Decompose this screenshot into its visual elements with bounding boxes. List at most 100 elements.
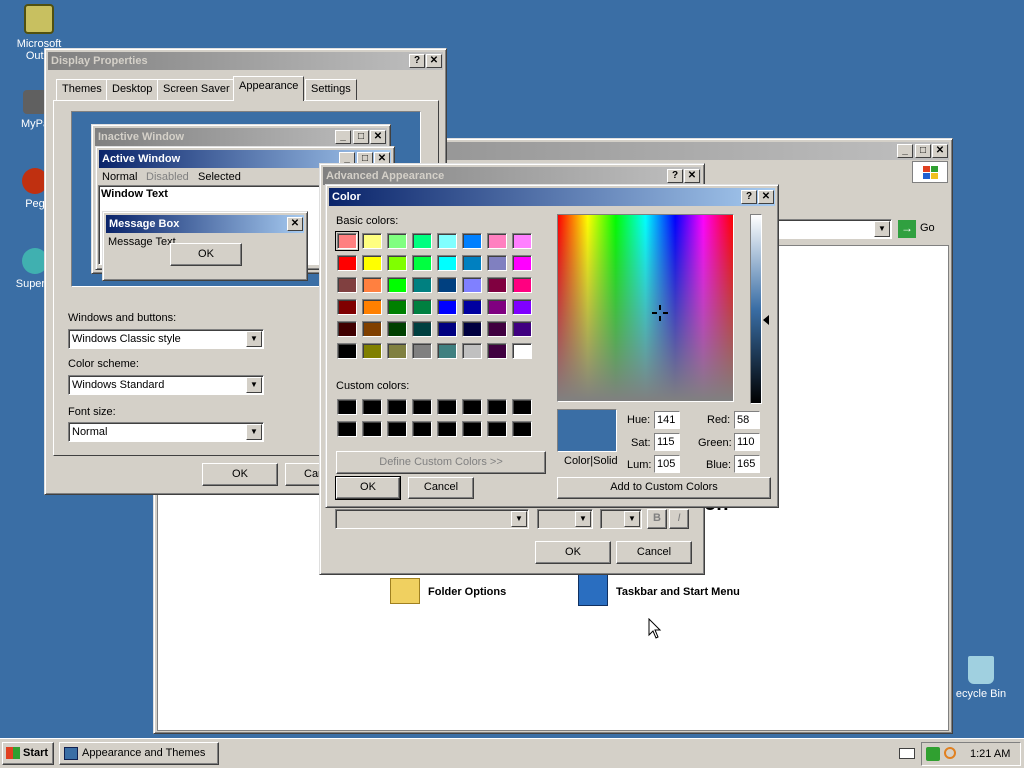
- blue-input[interactable]: 165: [734, 455, 760, 473]
- chevron-down-icon[interactable]: ▼: [624, 511, 640, 527]
- color-swatch[interactable]: [387, 399, 407, 415]
- color-swatch[interactable]: [362, 421, 382, 437]
- color-swatch[interactable]: [335, 231, 359, 251]
- maximize-button[interactable]: □: [915, 144, 931, 158]
- color-swatch[interactable]: [337, 255, 357, 271]
- ok-button[interactable]: OK: [202, 463, 278, 486]
- color-swatch[interactable]: [462, 277, 482, 293]
- folder-options-link[interactable]: Folder Options: [390, 576, 550, 610]
- color-swatch[interactable]: [437, 321, 457, 337]
- chevron-down-icon[interactable]: ▼: [874, 221, 890, 237]
- color-swatch[interactable]: [487, 255, 507, 271]
- network-icon[interactable]: [926, 747, 940, 761]
- lum-input[interactable]: 105: [654, 455, 680, 473]
- color-swatch[interactable]: [487, 277, 507, 293]
- color-swatch[interactable]: [487, 343, 507, 359]
- font-select[interactable]: ▼: [335, 509, 529, 529]
- color-swatch[interactable]: [412, 233, 432, 249]
- color-swatch[interactable]: [337, 421, 357, 437]
- bold-button[interactable]: B: [647, 509, 667, 529]
- font-size-select[interactable]: ▼: [537, 509, 593, 529]
- color-swatch[interactable]: [462, 399, 482, 415]
- color-swatch[interactable]: [387, 255, 407, 271]
- clock[interactable]: 1:21 AM: [970, 748, 1010, 760]
- hue-input[interactable]: 141: [654, 411, 680, 429]
- tab-appearance[interactable]: Appearance: [233, 76, 305, 101]
- color-swatch[interactable]: [337, 399, 357, 415]
- close-button[interactable]: ✕: [758, 190, 774, 204]
- color-swatch[interactable]: [512, 277, 532, 293]
- color-swatch[interactable]: [387, 299, 407, 315]
- color-scheme-select[interactable]: Windows Standard ▼: [68, 375, 264, 395]
- color-swatch[interactable]: [487, 421, 507, 437]
- font-color-select[interactable]: ▼: [600, 509, 642, 529]
- cancel-button[interactable]: Cancel: [408, 477, 474, 499]
- address-bar[interactable]: ▼: [774, 219, 892, 239]
- chevron-down-icon[interactable]: ▼: [246, 331, 262, 347]
- color-swatch[interactable]: [362, 343, 382, 359]
- tab-desktop[interactable]: Desktop: [106, 79, 159, 100]
- color-swatch[interactable]: [437, 277, 457, 293]
- tab-themes[interactable]: Themes: [56, 79, 108, 100]
- color-swatch[interactable]: [337, 321, 357, 337]
- chevron-down-icon[interactable]: ▼: [511, 511, 527, 527]
- color-swatch[interactable]: [462, 299, 482, 315]
- cancel-button[interactable]: Cancel: [616, 541, 692, 564]
- color-swatch[interactable]: [512, 321, 532, 337]
- color-swatch[interactable]: [512, 421, 532, 437]
- windows-buttons-select[interactable]: Windows Classic style ▼: [68, 329, 264, 349]
- color-swatch[interactable]: [362, 233, 382, 249]
- tab-settings[interactable]: Settings: [305, 79, 357, 100]
- color-swatch[interactable]: [512, 299, 532, 315]
- luminance-arrow-icon[interactable]: [763, 315, 769, 325]
- color-swatch[interactable]: [412, 299, 432, 315]
- color-swatch[interactable]: [337, 299, 357, 315]
- help-button[interactable]: ?: [409, 54, 425, 68]
- color-swatch[interactable]: [387, 421, 407, 437]
- green-input[interactable]: 110: [734, 433, 760, 451]
- color-swatch[interactable]: [387, 321, 407, 337]
- chevron-down-icon[interactable]: ▼: [246, 377, 262, 393]
- color-swatch[interactable]: [487, 233, 507, 249]
- color-swatch[interactable]: [437, 421, 457, 437]
- help-button[interactable]: ?: [741, 190, 757, 204]
- color-swatch[interactable]: [437, 343, 457, 359]
- color-swatch[interactable]: [387, 277, 407, 293]
- color-swatch[interactable]: [462, 255, 482, 271]
- sat-input[interactable]: 115: [654, 433, 680, 451]
- desktop-icon-recycle-bin[interactable]: ecycle Bin: [946, 656, 1016, 700]
- tab-screen-saver[interactable]: Screen Saver: [157, 79, 236, 100]
- help-button[interactable]: ?: [667, 169, 683, 183]
- color-swatch[interactable]: [512, 255, 532, 271]
- close-button[interactable]: ✕: [426, 54, 442, 68]
- minimize-button[interactable]: _: [897, 144, 913, 158]
- italic-button[interactable]: I: [669, 509, 689, 529]
- color-swatch[interactable]: [362, 399, 382, 415]
- chevron-down-icon[interactable]: ▼: [575, 511, 591, 527]
- color-swatch[interactable]: [462, 233, 482, 249]
- ok-button[interactable]: OK: [535, 541, 611, 564]
- color-spectrum[interactable]: [557, 214, 734, 402]
- color-swatch[interactable]: [487, 321, 507, 337]
- color-swatch[interactable]: [412, 321, 432, 337]
- color-swatch[interactable]: [412, 421, 432, 437]
- close-button[interactable]: ✕: [932, 144, 948, 158]
- color-swatch[interactable]: [512, 399, 532, 415]
- color-swatch[interactable]: [362, 255, 382, 271]
- taskbar-task-appearance[interactable]: Appearance and Themes: [59, 742, 219, 765]
- chevron-down-icon[interactable]: ▼: [246, 424, 262, 440]
- go-button[interactable]: → Go: [898, 219, 942, 239]
- taskbar-start-menu-link[interactable]: Taskbar and Start Menu: [578, 574, 778, 610]
- color-swatch[interactable]: [412, 399, 432, 415]
- color-swatch[interactable]: [437, 233, 457, 249]
- color-swatch[interactable]: [412, 277, 432, 293]
- color-swatch[interactable]: [462, 343, 482, 359]
- color-swatch[interactable]: [462, 421, 482, 437]
- color-swatch[interactable]: [487, 299, 507, 315]
- color-swatch[interactable]: [512, 343, 532, 359]
- color-swatch[interactable]: [462, 321, 482, 337]
- color-swatch[interactable]: [512, 233, 532, 249]
- color-swatch[interactable]: [412, 255, 432, 271]
- luminance-slider[interactable]: [750, 214, 762, 404]
- color-swatch[interactable]: [362, 277, 382, 293]
